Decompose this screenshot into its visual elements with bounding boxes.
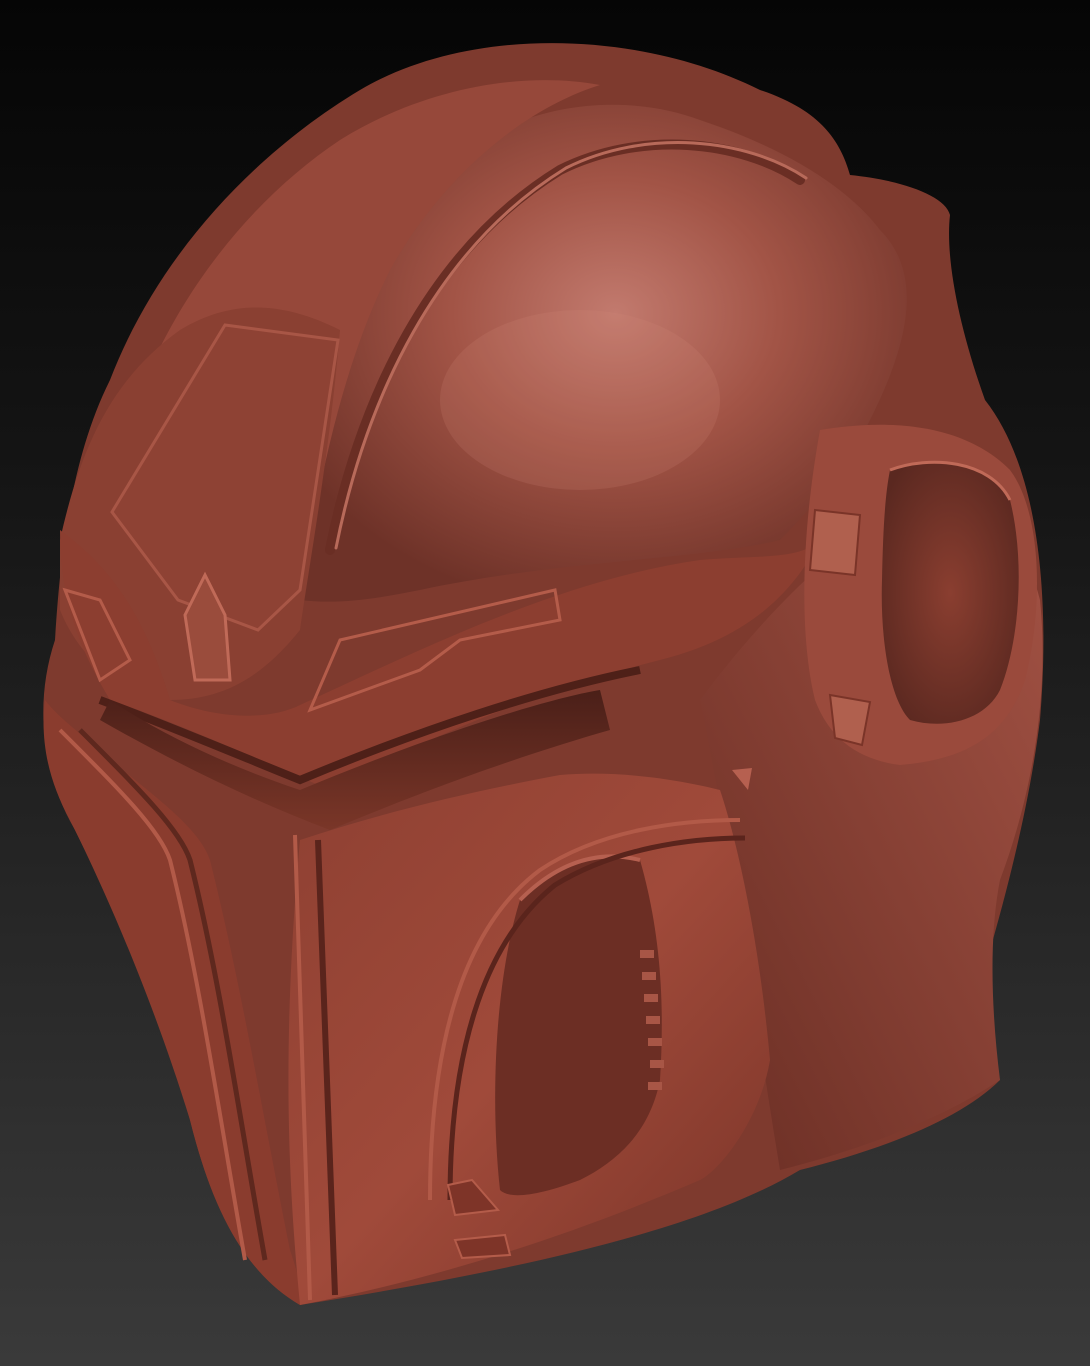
ear-block-bottom — [828, 693, 872, 747]
ear-inner — [881, 462, 1019, 724]
helmet-render — [43, 43, 1044, 1305]
3d-viewport[interactable] — [0, 0, 1090, 1366]
chin-detail-lower — [453, 1233, 512, 1260]
ear-block-top — [808, 508, 862, 577]
